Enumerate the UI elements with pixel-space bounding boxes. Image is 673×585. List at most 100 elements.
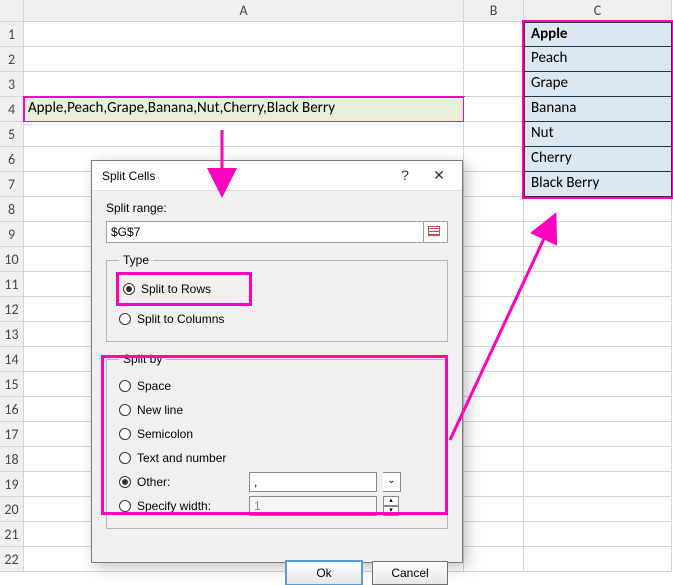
cell[interactable] [464, 72, 524, 97]
row-header[interactable]: 19 [0, 472, 24, 497]
radio-icon [119, 500, 131, 512]
result-cell[interactable]: Banana [524, 97, 672, 122]
cell[interactable] [524, 472, 672, 497]
select-all-corner[interactable] [0, 0, 24, 22]
cell[interactable] [464, 447, 524, 472]
row-header[interactable]: 14 [0, 347, 24, 372]
cell[interactable] [464, 322, 524, 347]
radio-split-to-rows[interactable]: Split to Rows [123, 277, 245, 301]
cell[interactable] [524, 547, 672, 572]
radio-specify-width[interactable]: Specify width: ▴ ▾ [119, 494, 435, 518]
result-cell[interactable]: Apple [524, 22, 672, 47]
cell[interactable] [464, 522, 524, 547]
row-header[interactable]: 20 [0, 497, 24, 522]
cell[interactable] [464, 372, 524, 397]
cell[interactable] [524, 247, 672, 272]
row-header[interactable]: 2 [0, 47, 24, 72]
col-header-a[interactable]: A [24, 0, 464, 22]
cell[interactable] [524, 197, 672, 222]
row-header[interactable]: 5 [0, 122, 24, 147]
cell[interactable] [464, 197, 524, 222]
cell[interactable] [464, 122, 524, 147]
cell[interactable] [464, 147, 524, 172]
help-button[interactable]: ? [388, 165, 422, 187]
row-header[interactable]: 18 [0, 447, 24, 472]
row-header[interactable]: 22 [0, 547, 24, 572]
result-cell[interactable]: Black Berry [524, 172, 672, 197]
result-cell[interactable]: Peach [524, 47, 672, 72]
row-header[interactable]: 4 [0, 97, 24, 122]
cancel-button[interactable]: Cancel [372, 561, 448, 585]
dialog-titlebar[interactable]: Split Cells ? ✕ [92, 161, 462, 191]
cell[interactable] [24, 72, 464, 97]
row-header[interactable]: 13 [0, 322, 24, 347]
radio-semicolon[interactable]: Semicolon [119, 422, 435, 446]
radio-other[interactable]: Other: ⌄ [119, 470, 435, 494]
radio-label: Split to Rows [141, 282, 211, 296]
row-header[interactable]: 1 [0, 22, 24, 47]
result-cell[interactable]: Cherry [524, 147, 672, 172]
row-header[interactable]: 7 [0, 172, 24, 197]
cell[interactable] [464, 172, 524, 197]
specify-width-input [249, 496, 377, 516]
row-header[interactable]: 11 [0, 272, 24, 297]
col-header-c[interactable]: C [524, 0, 672, 22]
cell[interactable] [464, 422, 524, 447]
cell[interactable] [464, 347, 524, 372]
radio-label: Split to Columns [137, 312, 224, 326]
cell[interactable] [524, 297, 672, 322]
row-header[interactable]: 12 [0, 297, 24, 322]
radio-newline[interactable]: New line [119, 398, 435, 422]
result-range: ApplePeachGrapeBananaNutCherryBlack Berr… [524, 22, 672, 197]
ok-button[interactable]: Ok [286, 561, 362, 585]
row-header[interactable]: 6 [0, 147, 24, 172]
range-picker-button[interactable] [424, 221, 448, 243]
row-header[interactable]: 17 [0, 422, 24, 447]
col-header-b[interactable]: B [464, 0, 524, 22]
cell[interactable] [464, 297, 524, 322]
cell[interactable] [524, 397, 672, 422]
cell[interactable] [524, 222, 672, 247]
other-delimiter-input[interactable] [249, 472, 377, 492]
cell[interactable] [464, 472, 524, 497]
cell[interactable] [464, 22, 524, 47]
splitby-legend: Split by [119, 352, 166, 366]
cell[interactable] [524, 522, 672, 547]
row-header[interactable]: 3 [0, 72, 24, 97]
cell[interactable] [464, 47, 524, 72]
result-cell[interactable]: Grape [524, 72, 672, 97]
cell[interactable] [524, 422, 672, 447]
cell[interactable] [464, 247, 524, 272]
cell[interactable] [464, 497, 524, 522]
cell[interactable] [24, 122, 464, 147]
cell[interactable] [464, 397, 524, 422]
cell[interactable] [524, 347, 672, 372]
cell-a4-selected[interactable]: Apple,Peach,Grape,Banana,Nut,Cherry,Blac… [24, 97, 464, 122]
row-header[interactable]: 9 [0, 222, 24, 247]
cell[interactable] [524, 322, 672, 347]
radio-text-number[interactable]: Text and number [119, 446, 435, 470]
split-range-input[interactable] [106, 221, 424, 243]
row-header[interactable]: 10 [0, 247, 24, 272]
radio-space[interactable]: Space [119, 374, 435, 398]
width-spin-up[interactable]: ▴ [383, 496, 399, 506]
cell[interactable] [24, 47, 464, 72]
cell[interactable] [24, 22, 464, 47]
cell[interactable] [464, 97, 524, 122]
cell[interactable] [464, 272, 524, 297]
row-header[interactable]: 8 [0, 197, 24, 222]
result-cell[interactable]: Nut [524, 122, 672, 147]
row-header[interactable]: 16 [0, 397, 24, 422]
cell[interactable] [464, 547, 524, 572]
close-button[interactable]: ✕ [422, 165, 456, 187]
cell[interactable] [464, 222, 524, 247]
cell[interactable] [524, 272, 672, 297]
cell[interactable] [524, 497, 672, 522]
row-header[interactable]: 15 [0, 372, 24, 397]
cell[interactable] [524, 372, 672, 397]
radio-split-to-columns[interactable]: Split to Columns [119, 307, 435, 331]
row-header[interactable]: 21 [0, 522, 24, 547]
width-spin-down[interactable]: ▾ [383, 506, 399, 516]
cell[interactable] [524, 447, 672, 472]
other-delimiter-dropdown[interactable]: ⌄ [383, 472, 401, 492]
